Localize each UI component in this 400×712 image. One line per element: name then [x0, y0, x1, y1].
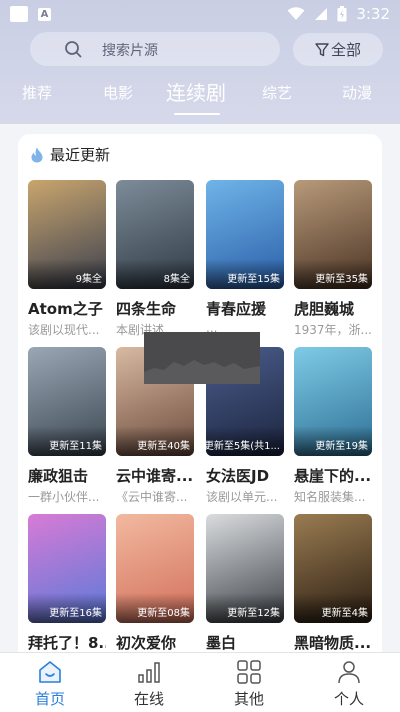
episode-badge: 更新至35集 [315, 274, 368, 285]
drama-title: 拜托了！8... [28, 634, 106, 652]
drama-title: 四条生命 [116, 300, 177, 318]
drama-item[interactable]: 更新至4集黑暗物质... [294, 514, 372, 653]
drama-poster[interactable]: 更新至11集 [28, 347, 106, 456]
section-header: 最近更新 [30, 144, 110, 165]
status-bar: A 3:32 [0, 0, 400, 28]
wifi-icon [287, 7, 305, 20]
bottom-navigation: 首页 在线 其他 个人 [0, 652, 400, 712]
drama-poster[interactable]: 更新至12集 [206, 514, 284, 623]
drama-title: 墨白 [206, 634, 237, 652]
drama-poster[interactable]: 更新至08集 [116, 514, 194, 623]
bar-chart-icon [138, 662, 160, 683]
tab-movie[interactable]: 电影 [103, 82, 133, 103]
drama-title: 悬崖下的... [294, 467, 372, 485]
drama-title: 廉政狙击 [28, 467, 89, 485]
recent-updates-card: 最近更新 9集全 Atom之子 该剧以现代... 8集全 四条生命 本剧讲述... 更新至1… [18, 134, 382, 694]
a-notification-icon: A [38, 7, 51, 21]
episode-badge: 更新至08集 [137, 608, 190, 619]
tab-variety[interactable]: 综艺 [262, 82, 292, 103]
drama-description: 该剧以单元... [206, 490, 278, 504]
drama-title: 虎胆巍城 [294, 300, 355, 318]
filter-icon [315, 42, 329, 56]
episode-badge: 更新至5集(共1... [206, 441, 280, 452]
drama-item[interactable]: 9集全 Atom之子该剧以现代... [28, 180, 106, 338]
drama-item[interactable]: 更新至16集拜托了！8... [28, 514, 106, 653]
episode-badge: 更新至19集 [315, 441, 368, 452]
square-icon [10, 6, 28, 22]
episode-badge: 8集全 [163, 274, 190, 285]
drama-item[interactable]: 更新至15集 青春应援... [206, 180, 284, 335]
filter-all-label: 全部 [330, 41, 361, 59]
drama-description: 知名服装集... [294, 490, 366, 504]
drama-title: 云中谁寄... [116, 467, 194, 485]
drama-item[interactable]: 8集全 四条生命 本剧讲述... [116, 180, 194, 338]
search-input[interactable]: 搜索片源 [30, 32, 280, 66]
drama-item[interactable]: 更新至08集初次爱你 [116, 514, 194, 653]
filter-all-button[interactable]: 全部 [293, 33, 383, 66]
nav-home[interactable]: 首页 [20, 659, 80, 711]
loading-overlay [144, 332, 260, 384]
drama-poster[interactable]: 更新至4集 [294, 514, 372, 623]
person-icon [338, 661, 360, 684]
drama-title: 黑暗物质... [294, 634, 372, 652]
drama-poster[interactable]: 更新至15集 [206, 180, 284, 289]
flame-icon [31, 147, 43, 162]
drama-poster[interactable]: 更新至19集 [294, 347, 372, 456]
episode-badge: 更新至15集 [227, 274, 280, 285]
drama-description: 《云中谁寄... [116, 490, 188, 504]
search-placeholder: 搜索片源 [102, 43, 158, 59]
drama-item[interactable]: 更新至12集墨白 [206, 514, 284, 653]
episode-badge: 更新至40集 [137, 441, 190, 452]
signal-icon [315, 8, 328, 20]
tab-recommend[interactable]: 推荐 [22, 82, 52, 103]
episode-badge: 更新至12集 [227, 608, 280, 619]
episode-badge: 更新至4集 [321, 608, 368, 619]
drama-poster[interactable]: 更新至16集 [28, 514, 106, 623]
nav-other-label: 其他 [233, 690, 264, 708]
nav-profile[interactable]: 个人 [319, 659, 379, 711]
drama-description: 一群小伙伴... [28, 490, 100, 504]
episode-badge: 更新至16集 [49, 608, 102, 619]
overlay-wave-icon [144, 360, 260, 384]
drama-item[interactable]: 更新至11集廉政狙击一群小伙伴... [28, 347, 106, 505]
section-title: 最近更新 [50, 146, 111, 164]
status-time: 3:32 [356, 5, 390, 23]
drama-title: Atom之子 [28, 300, 103, 318]
drama-title: 初次爱你 [116, 634, 177, 652]
nav-profile-label: 个人 [333, 690, 364, 708]
drama-item[interactable]: 更新至19集悬崖下的... 知名服装集... [294, 347, 372, 505]
header: A 3:32 搜索片源 全部 推荐 电影 连续剧 综艺 动漫 [0, 0, 400, 124]
drama-item[interactable]: 更新至35集虎胆巍城 1937年，浙... [294, 180, 372, 338]
tab-anime[interactable]: 动漫 [342, 82, 372, 103]
active-tab-indicator [174, 113, 220, 115]
drama-description: 1937年，浙... [294, 323, 372, 337]
battery-icon [337, 6, 347, 22]
episode-badge: 9集全 [75, 274, 102, 285]
home-icon [39, 661, 61, 683]
drama-title: 女法医JD [206, 467, 270, 485]
drama-poster[interactable]: 更新至35集 [294, 180, 372, 289]
nav-home-label: 首页 [34, 690, 65, 708]
nav-online-label: 在线 [133, 690, 164, 708]
drama-poster[interactable]: 9集全 [28, 180, 106, 289]
nav-other[interactable]: 其他 [219, 659, 279, 711]
drama-poster[interactable]: 8集全 [116, 180, 194, 289]
tab-series[interactable]: 连续剧 [166, 77, 226, 106]
drama-title: 青春应援 [206, 300, 267, 318]
episode-badge: 更新至11集 [49, 441, 102, 452]
drama-description: 该剧以现代... [28, 323, 100, 337]
nav-online[interactable]: 在线 [119, 659, 179, 711]
search-icon [65, 41, 82, 58]
grid-icon [237, 660, 261, 684]
category-tabs: 推荐 电影 连续剧 综艺 动漫 [0, 74, 400, 115]
